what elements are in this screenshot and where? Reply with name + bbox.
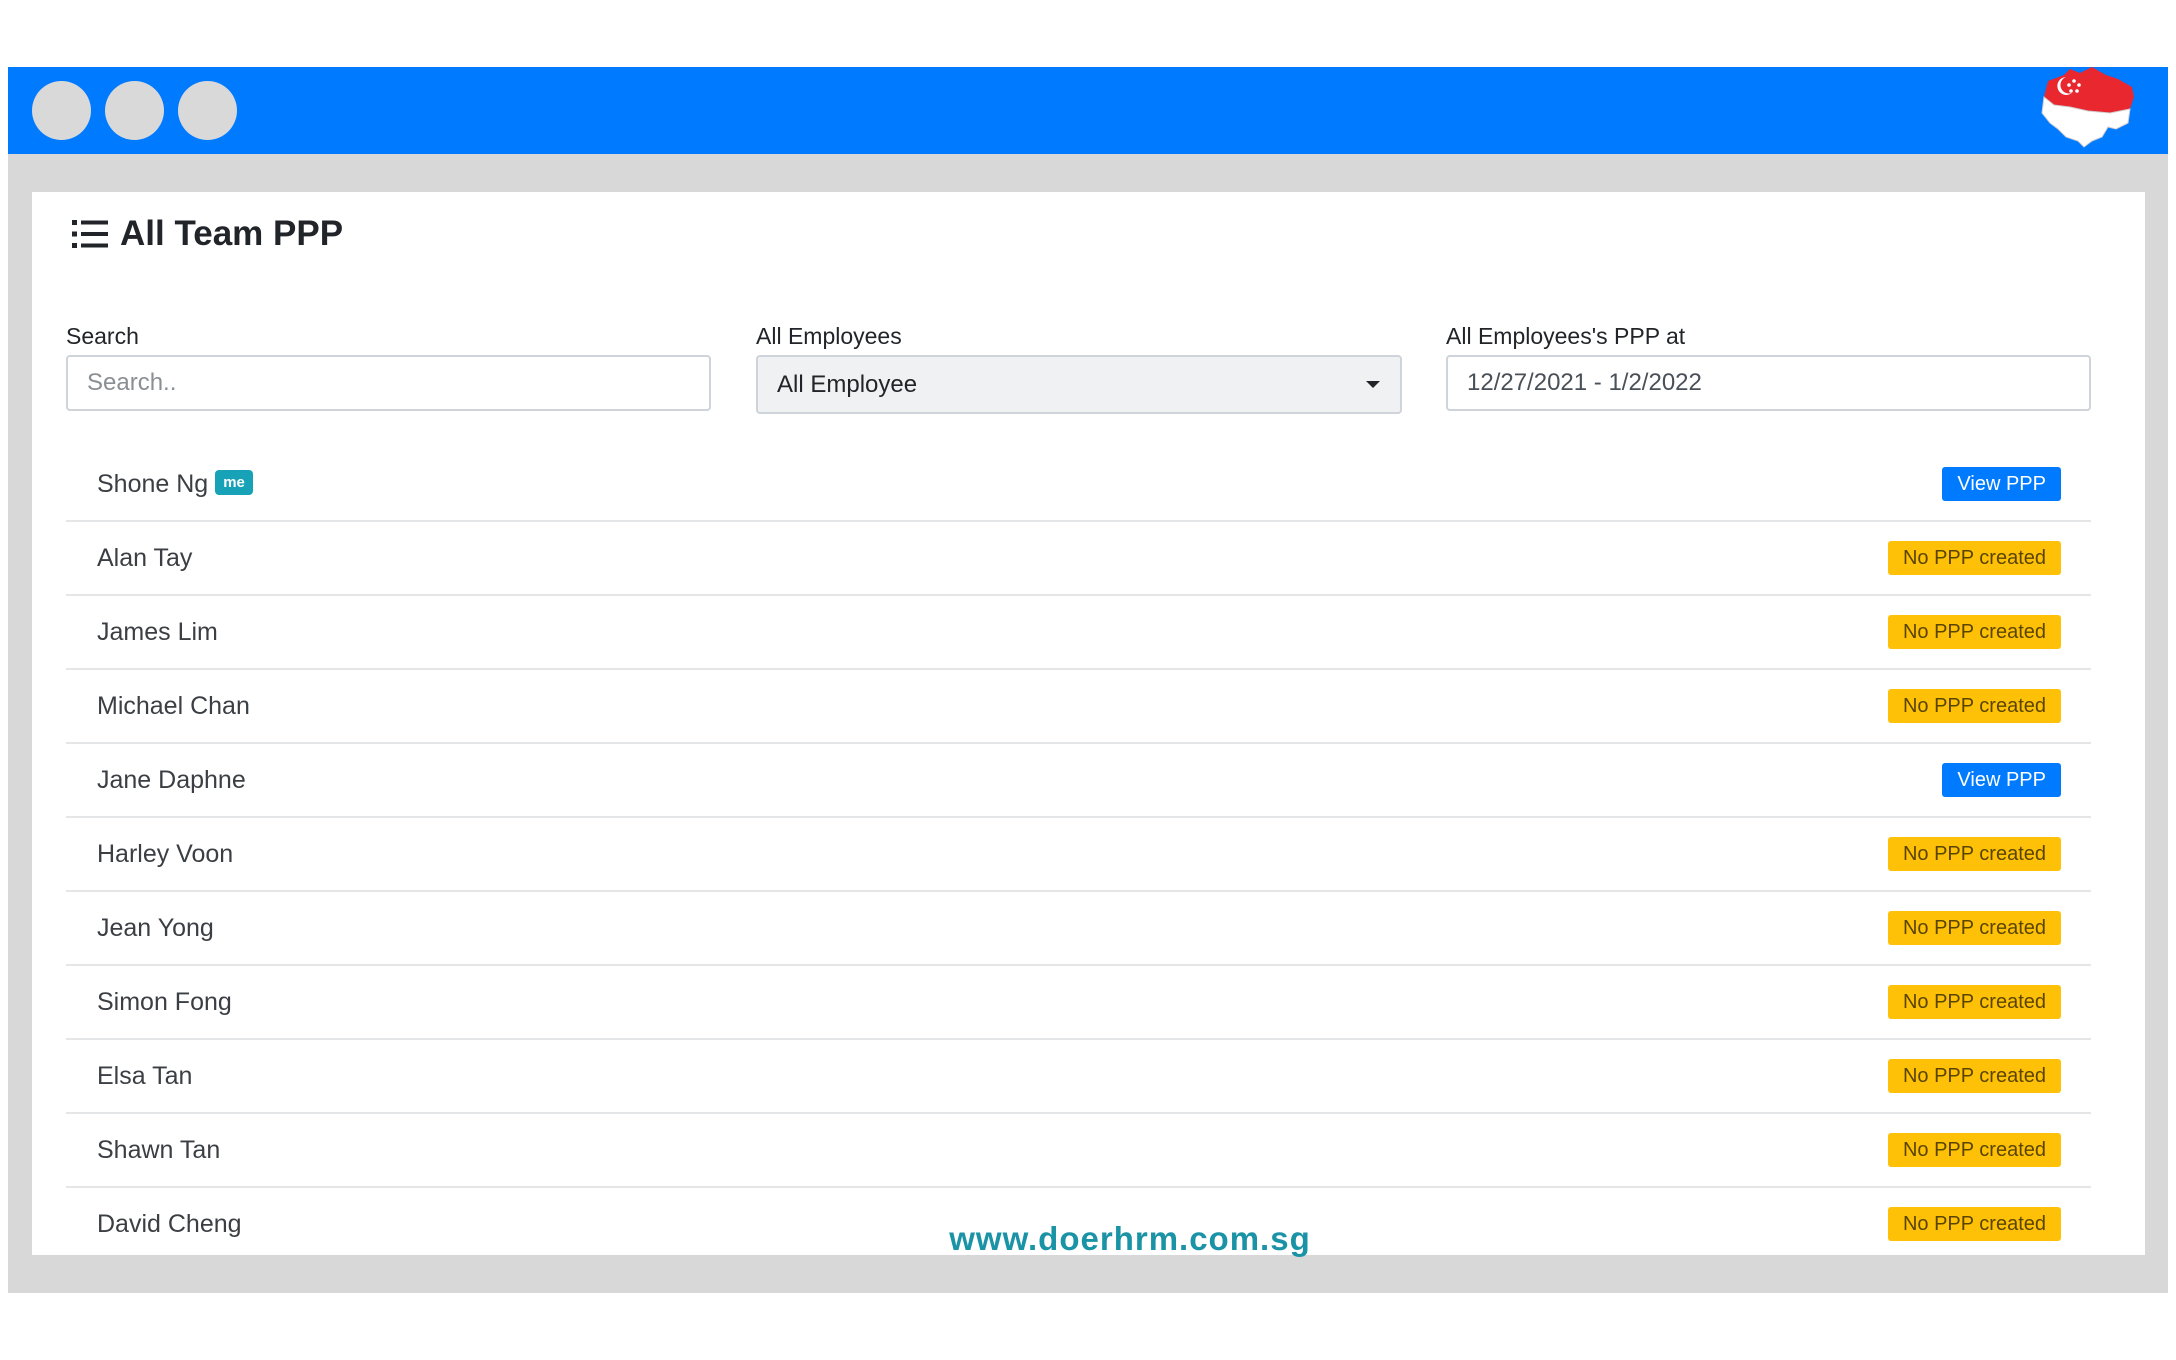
no-ppp-badge: No PPP created (1887, 1059, 2061, 1093)
employee-name: Harley Voon (97, 839, 234, 868)
date-range-input[interactable]: 12/27/2021 - 1/2/2022 (1446, 355, 2091, 411)
employee-name: James Lim (97, 617, 218, 646)
search-input[interactable]: Search.. (66, 355, 711, 411)
list-icon (72, 220, 108, 248)
no-ppp-badge: No PPP created (1887, 689, 2061, 723)
table-row: Alan Tay No PPP created (66, 522, 2091, 596)
no-ppp-badge: No PPP created (1887, 837, 2061, 871)
me-badge: me (215, 470, 253, 496)
view-ppp-button[interactable]: View PPP (1942, 763, 2061, 797)
employee-name: Simon Fong (97, 987, 232, 1016)
employee-name: Elsa Tan (97, 1061, 193, 1090)
table-row: Elsa Tan No PPP created (66, 1040, 2091, 1114)
no-ppp-badge: No PPP created (1887, 541, 2061, 575)
browser-frame: All Team PPP Search Search.. All Employe… (8, 67, 2168, 1293)
website-watermark: www.doerhrm.com.sg (949, 1220, 1311, 1257)
table-row: James Lim No PPP created (66, 596, 2091, 670)
window-control-dot[interactable] (32, 81, 91, 140)
caret-down-icon (1366, 381, 1380, 388)
date-range-label: All Employees's PPP at (1446, 323, 1686, 349)
page-title: All Team PPP (72, 214, 343, 254)
employee-name: Shawn Tan (97, 1135, 221, 1164)
no-ppp-badge: No PPP created (1887, 911, 2061, 945)
table-row: Jane Daphne View PPP (66, 744, 2091, 818)
table-row: Michael Chan No PPP created (66, 670, 2091, 744)
employee-name: Michael Chan (97, 691, 250, 720)
employees-filter-label: All Employees (756, 323, 902, 349)
employee-name: Alan Tay (97, 543, 193, 572)
employee-list: Shone Ng me View PPP Alan Tay No PPP crea… (66, 448, 2091, 1255)
no-ppp-badge: No PPP created (1887, 985, 2061, 1019)
employee-name: Jean Yong (97, 913, 214, 942)
employees-select[interactable]: All Employee (756, 355, 1402, 414)
table-row: Shone Ng me View PPP (66, 448, 2091, 522)
window-control-dot[interactable] (178, 81, 237, 140)
no-ppp-badge: No PPP created (1887, 1133, 2061, 1167)
employee-name: Jane Daphne (97, 765, 246, 794)
date-range-value: 12/27/2021 - 1/2/2022 (1467, 369, 1702, 396)
search-placeholder: Search.. (87, 369, 177, 396)
page-title-text: All Team PPP (120, 214, 344, 253)
team-ppp-card: All Team PPP Search Search.. All Employe… (32, 192, 2145, 1255)
table-row: Harley Voon No PPP created (66, 818, 2091, 892)
employee-name: Shone Ng me (97, 470, 253, 499)
no-ppp-badge: No PPP created (1887, 615, 2061, 649)
table-row: Jean Yong No PPP created (66, 892, 2091, 966)
table-row: Simon Fong No PPP created (66, 966, 2091, 1040)
singapore-map-icon (2041, 67, 2134, 148)
title-bar (8, 67, 2168, 154)
search-label: Search (66, 323, 139, 349)
view-ppp-button[interactable]: View PPP (1942, 467, 2061, 501)
employees-select-value: All Employee (777, 370, 918, 398)
window-control-dot[interactable] (105, 81, 164, 140)
table-row: Shawn Tan No PPP created (66, 1114, 2091, 1188)
